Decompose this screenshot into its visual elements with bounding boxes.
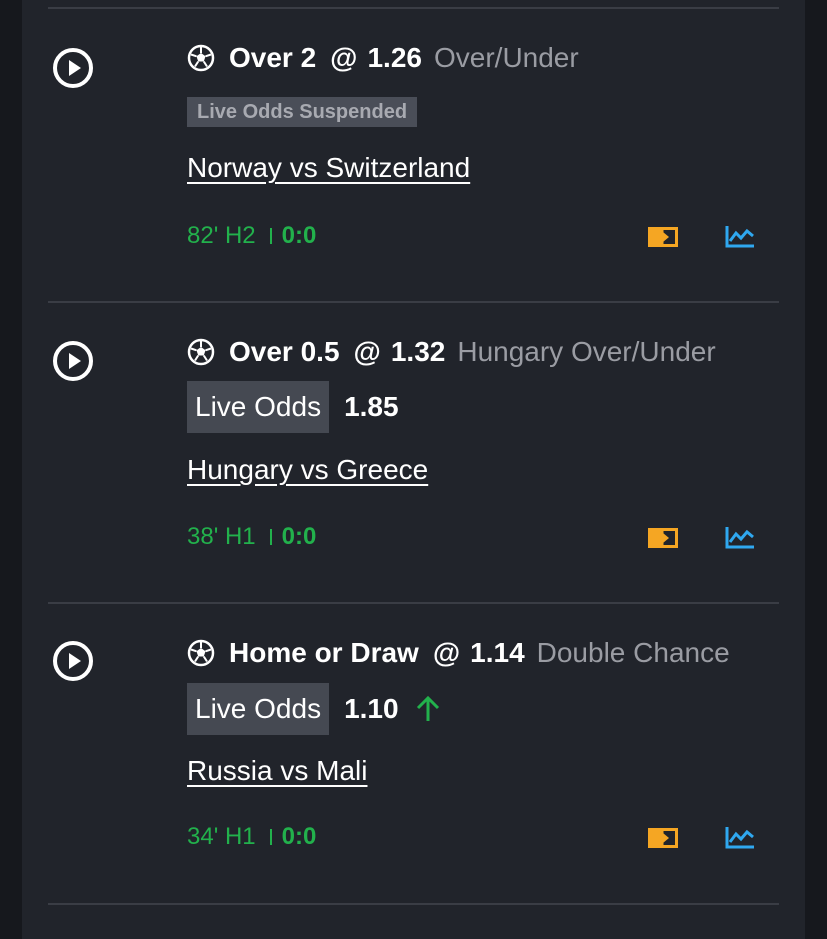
divider xyxy=(48,903,779,905)
match-link[interactable]: Hungary vs Greece xyxy=(187,454,428,486)
divider xyxy=(48,301,779,303)
stats-chart-icon[interactable] xyxy=(725,825,755,849)
status-separator xyxy=(269,829,272,845)
at-symbol: @ xyxy=(432,637,461,668)
match-time: 34' H1 xyxy=(187,823,256,850)
bet-card: Home or Draw @ 1.14 Double Chance Live O… xyxy=(0,0,827,850)
soccer-ball-icon xyxy=(187,639,215,667)
match-status: 38' H1 0:0 xyxy=(187,519,316,555)
live-odds-row: Live Odds 1.10 xyxy=(187,683,443,735)
stats-chart-icon[interactable] xyxy=(725,525,755,549)
soccer-ball-icon xyxy=(187,338,215,366)
match-link[interactable]: Russia vs Mali xyxy=(187,755,367,787)
play-icon[interactable] xyxy=(52,340,94,382)
status-separator xyxy=(269,529,272,545)
market-label: Hungary Over/Under xyxy=(457,336,716,367)
live-odds-badge: Live Odds xyxy=(187,381,330,433)
match-score: 0:0 xyxy=(281,523,317,550)
market-label: Double Chance xyxy=(536,637,730,668)
match-score: 0:0 xyxy=(281,823,317,850)
bet-headline: Over 0.5 @ 1.32 Hungary Over/Under xyxy=(187,332,716,372)
live-odds-value: 1.85 xyxy=(344,391,399,422)
bet-headline: Home or Draw @ 1.14 Double Chance xyxy=(187,633,730,673)
bet-price: 1.14 xyxy=(470,637,525,668)
live-stream-icon[interactable] xyxy=(648,828,678,848)
live-odds-row: Live Odds 1.85 xyxy=(187,381,399,433)
play-icon[interactable] xyxy=(52,640,94,682)
selection-label: Home or Draw xyxy=(229,637,419,668)
bet-price: 1.32 xyxy=(390,336,446,367)
selection-label: Over 0.5 xyxy=(229,336,340,367)
live-odds-value: 1.10 xyxy=(344,693,399,724)
live-stream-icon[interactable] xyxy=(648,528,678,548)
at-symbol: @ xyxy=(353,336,381,367)
match-status: 34' H1 0:0 xyxy=(187,819,316,855)
live-odds-badge: Live Odds xyxy=(187,683,330,735)
match-time: 38' H1 xyxy=(187,523,256,550)
divider xyxy=(48,602,779,604)
arrow-up-icon xyxy=(413,694,443,724)
